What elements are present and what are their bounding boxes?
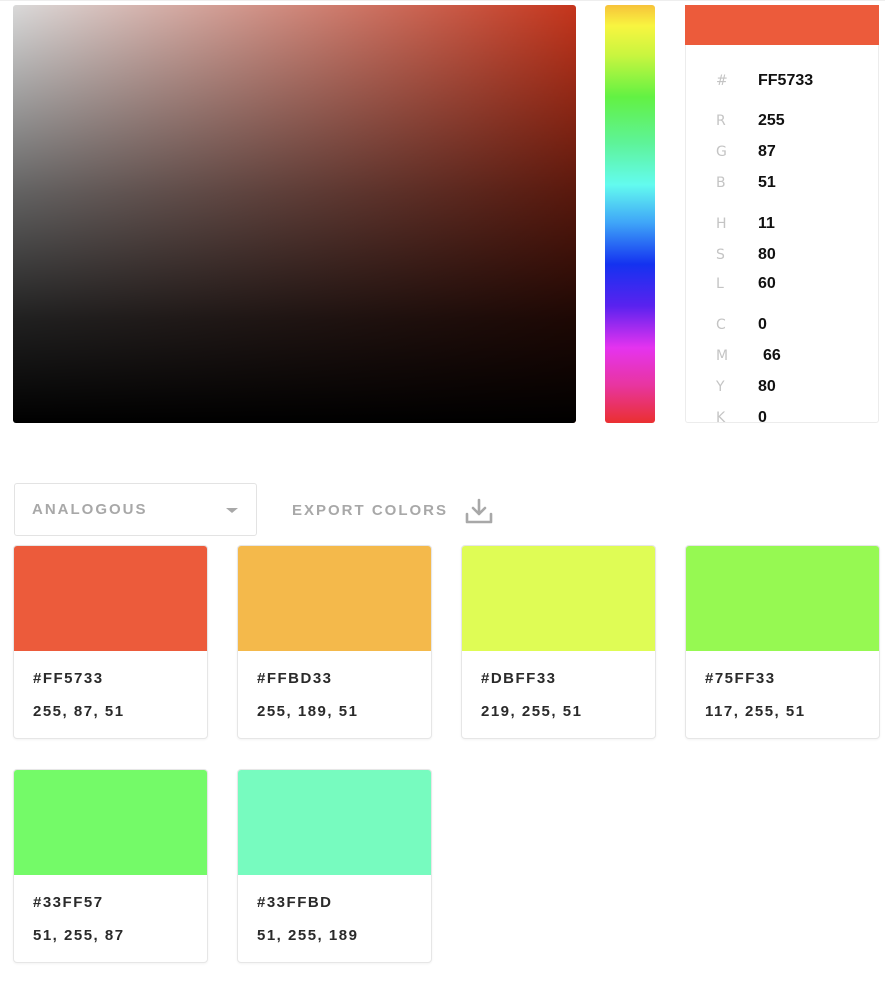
- palette-hex: #33FF57: [33, 894, 104, 911]
- cmyk-row-m: M 66: [686, 346, 876, 366]
- saturation-lightness-shade: [13, 5, 576, 423]
- palette-swatch[interactable]: [14, 546, 207, 651]
- download-icon: [465, 498, 493, 524]
- hsl-row-s: S 80: [686, 245, 876, 265]
- hex-row: # FF5733: [686, 71, 876, 91]
- color-scheme-dropdown[interactable]: ANALOGOUS: [14, 483, 257, 536]
- palette-card[interactable]: #33FFBD 51, 255, 189: [237, 769, 432, 963]
- hsl-row-h: H 11: [686, 214, 876, 234]
- hue-slider[interactable]: [605, 5, 655, 423]
- palette-hex: #FFBD33: [257, 670, 333, 687]
- color-scheme-selected: ANALOGOUS: [32, 501, 148, 518]
- palette-card[interactable]: #DBFF33 219, 255, 51: [461, 545, 656, 739]
- palette-rgb: 255, 189, 51: [257, 703, 359, 720]
- saturation-lightness-picker[interactable]: [13, 5, 576, 423]
- g-label: G: [716, 144, 727, 160]
- hex-label: #: [716, 73, 728, 89]
- export-colors-button[interactable]: EXPORT COLORS: [292, 496, 502, 526]
- palette-swatch[interactable]: [14, 770, 207, 875]
- palette-rgb: 117, 255, 51: [705, 703, 806, 720]
- rgb-row-g: G 87: [686, 142, 876, 162]
- r-label: R: [716, 113, 726, 129]
- palette-card[interactable]: #75FF33 117, 255, 51: [685, 545, 880, 739]
- current-color-swatch: [685, 5, 879, 45]
- l-value[interactable]: 60: [758, 274, 776, 294]
- palette-swatch[interactable]: [462, 546, 655, 651]
- palette-hex: #75FF33: [705, 670, 776, 687]
- b-value[interactable]: 51: [758, 173, 776, 193]
- hex-value[interactable]: FF5733: [758, 71, 813, 91]
- g-value[interactable]: 87: [758, 142, 776, 162]
- palette-rgb: 255, 87, 51: [33, 703, 125, 720]
- y-label: Y: [716, 379, 725, 395]
- cmyk-row-c: C 0: [686, 315, 876, 335]
- h-label: H: [716, 216, 727, 232]
- palette-card[interactable]: #FF5733 255, 87, 51: [13, 545, 208, 739]
- palette-hex: #33FFBD: [257, 894, 333, 911]
- export-colors-label: EXPORT COLORS: [292, 502, 449, 519]
- c-value[interactable]: 0: [758, 315, 767, 335]
- rgb-row-b: B 51: [686, 173, 876, 193]
- k-label: K: [716, 410, 726, 422]
- cmyk-row-k: K 0: [686, 408, 876, 422]
- hsl-row-l: L 60: [686, 274, 876, 294]
- r-value[interactable]: 255: [758, 111, 785, 131]
- rgb-row-r: R 255: [686, 111, 876, 131]
- palette-rgb: 51, 255, 87: [33, 927, 125, 944]
- palette-swatch[interactable]: [238, 546, 431, 651]
- color-info-panel: # FF5733 R 255 G 87 B 51 H 11 S 80 L 60 …: [685, 5, 879, 423]
- k-value[interactable]: 0: [758, 408, 767, 422]
- palette-rgb: 51, 255, 189: [257, 927, 359, 944]
- palette-rgb: 219, 255, 51: [481, 703, 583, 720]
- m-label: M: [716, 348, 729, 364]
- c-label: C: [716, 317, 726, 333]
- y-value[interactable]: 80: [758, 377, 776, 397]
- caret-down-icon: [226, 508, 238, 513]
- h-value[interactable]: 11: [758, 214, 775, 234]
- l-label: L: [716, 276, 724, 292]
- cmyk-row-y: Y 80: [686, 377, 876, 397]
- palette-hex: #DBFF33: [481, 670, 557, 687]
- s-value[interactable]: 80: [758, 245, 776, 265]
- b-label: B: [716, 175, 726, 191]
- palette-card[interactable]: #FFBD33 255, 189, 51: [237, 545, 432, 739]
- s-label: S: [716, 247, 725, 263]
- palette-swatch[interactable]: [238, 770, 431, 875]
- top-divider: [0, 0, 885, 3]
- m-value[interactable]: 66: [763, 346, 781, 366]
- palette-card[interactable]: #33FF57 51, 255, 87: [13, 769, 208, 963]
- palette-swatch[interactable]: [686, 546, 879, 651]
- palette-hex: #FF5733: [33, 670, 104, 687]
